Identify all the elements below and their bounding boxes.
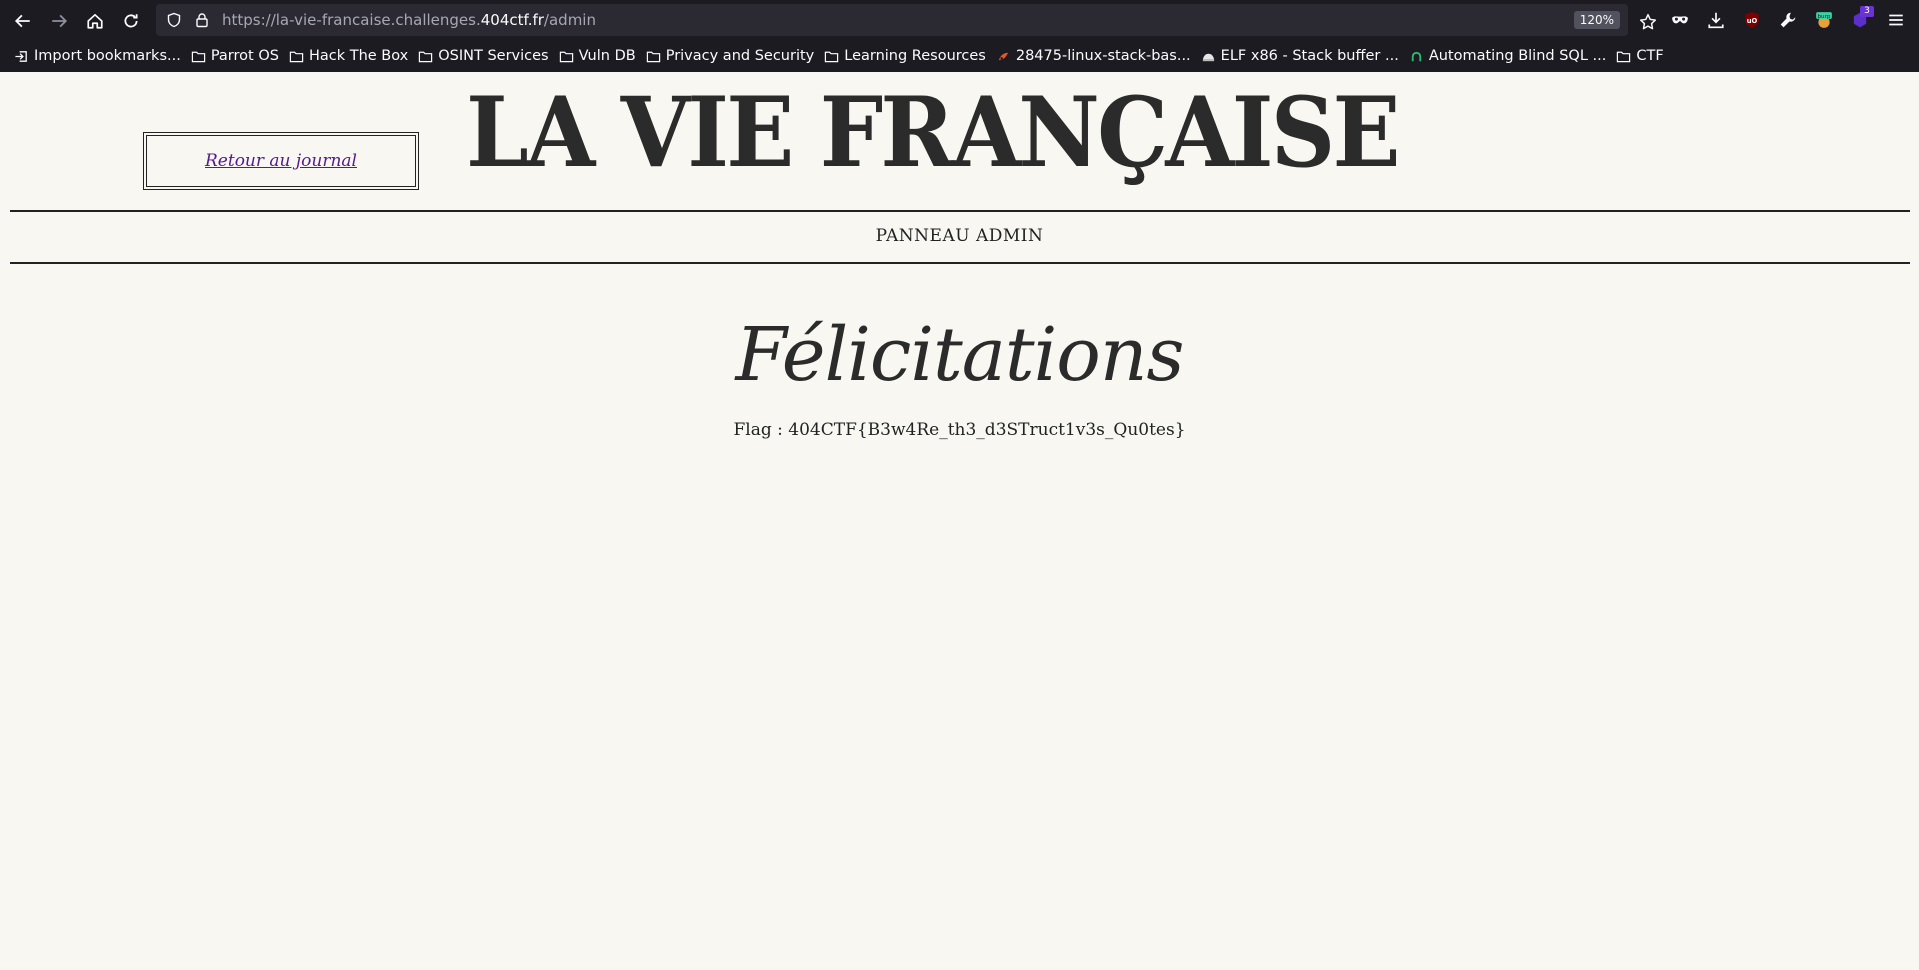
- bookmark-folder-vuln-db[interactable]: Vuln DB: [555, 44, 642, 68]
- bookmark-label: Hack The Box: [308, 48, 409, 64]
- app-menu-button[interactable]: [1878, 2, 1914, 38]
- home-button[interactable]: [77, 3, 113, 39]
- folder-icon: [289, 49, 304, 64]
- shield-icon: [167, 12, 181, 28]
- bookmark-label: Learning Resources: [844, 48, 986, 64]
- bookmark-label: OSINT Services: [438, 48, 549, 64]
- folder-icon: [646, 49, 661, 64]
- folder-icon: [418, 49, 433, 64]
- divider-bottom: [10, 262, 1910, 264]
- back-to-journal-box: Retour au journal: [143, 132, 419, 190]
- bookmark-exploit-db[interactable]: 28475-linux-stack-bas...: [992, 44, 1197, 68]
- bookmark-import[interactable]: Import bookmarks...: [10, 44, 187, 68]
- url-text[interactable]: https://la-vie-francaise.challenges.404c…: [222, 11, 596, 29]
- folder-icon: [191, 49, 206, 64]
- section-title: PANNEAU ADMIN: [875, 226, 1044, 246]
- reload-button[interactable]: [113, 3, 149, 39]
- ublock-origin-button[interactable]: uO: [1734, 2, 1770, 38]
- ublock-shield-icon: uO: [1745, 12, 1759, 28]
- bookmark-label: ELF x86 - Stack buffer ...: [1220, 48, 1399, 64]
- url-bar[interactable]: https://la-vie-francaise.challenges.404c…: [156, 4, 1628, 36]
- newspaper-masthead: LA VIE FRANÇAISE: [466, 76, 1401, 189]
- url-prefix: https://la-vie-francaise.challenges.: [222, 11, 481, 29]
- downloads-button[interactable]: [1698, 2, 1734, 38]
- bookmark-star-button[interactable]: [1630, 4, 1666, 40]
- bookmark-label: Vuln DB: [578, 48, 636, 64]
- bookmarks-toolbar: Import bookmarks... Parrot OS Hack The B…: [0, 43, 1919, 69]
- burp-icon: burp: [1816, 12, 1832, 28]
- extension-badge: 3: [1860, 6, 1874, 17]
- bookmark-folder-parrot-os[interactable]: Parrot OS: [187, 44, 285, 68]
- tracking-protection-button[interactable]: [160, 4, 188, 36]
- bookmark-automating-blind-sql[interactable]: Automating Blind SQL ...: [1405, 44, 1613, 68]
- url-host: 404ctf.fr: [480, 11, 544, 29]
- url-path: /admin: [543, 11, 596, 29]
- bookmark-label: Automating Blind SQL ...: [1428, 48, 1607, 64]
- svg-text:uO: uO: [1747, 17, 1758, 25]
- back-to-journal-link[interactable]: Retour au journal: [205, 151, 357, 171]
- svg-text:burp: burp: [1818, 14, 1831, 20]
- wrench-icon: [1780, 12, 1796, 28]
- bookmark-folder-hack-the-box[interactable]: Hack The Box: [285, 44, 414, 68]
- folder-icon: [1616, 49, 1631, 64]
- browser-chrome: https://la-vie-francaise.challenges.404c…: [0, 0, 1919, 72]
- bookmark-folder-learning-resources[interactable]: Learning Resources: [820, 44, 992, 68]
- back-button[interactable]: [5, 3, 41, 39]
- page-content: Retour au journal LA VIE FRANÇAISE PANNE…: [0, 72, 1919, 970]
- flag-text: Flag : 404CTF{B3w4Re_th3_d3STruct1v3s_Qu…: [733, 420, 1186, 440]
- arrow-left-icon: [14, 14, 30, 27]
- burp-extension-button[interactable]: burp: [1806, 2, 1842, 38]
- folder-icon: [824, 49, 839, 64]
- reload-icon: [124, 13, 138, 27]
- developer-tools-button[interactable]: [1770, 2, 1806, 38]
- arrow-right-icon: [52, 14, 68, 27]
- download-icon: [1708, 12, 1724, 29]
- site-security-button[interactable]: [188, 4, 216, 36]
- bookmark-label: 28475-linux-stack-bas...: [1015, 48, 1191, 64]
- bookmark-label: CTF: [1636, 48, 1664, 64]
- root-me-icon: [1201, 49, 1216, 64]
- bookmark-folder-privacy-security[interactable]: Privacy and Security: [642, 44, 821, 68]
- bookmark-root-me[interactable]: ELF x86 - Stack buffer ...: [1197, 44, 1405, 68]
- star-icon: [1639, 13, 1657, 30]
- bookmark-folder-ctf[interactable]: CTF: [1612, 44, 1669, 68]
- home-icon: [87, 13, 103, 29]
- divider-top: [10, 210, 1910, 212]
- import-icon: [14, 49, 29, 64]
- bookmark-label: Import bookmarks...: [34, 48, 181, 64]
- forward-button[interactable]: [41, 3, 77, 39]
- lock-icon: [196, 13, 208, 28]
- private-browsing-button[interactable]: [1662, 2, 1698, 38]
- site-icon: [1409, 49, 1424, 64]
- exploit-db-icon: [996, 49, 1011, 64]
- bookmark-label: Privacy and Security: [665, 48, 815, 64]
- toolbar-extensions: uO burp 3: [1662, 2, 1914, 38]
- bookmark-label: Parrot OS: [210, 48, 279, 64]
- bookmark-folder-osint-services[interactable]: OSINT Services: [414, 44, 554, 68]
- folder-icon: [559, 49, 574, 64]
- zoom-level-button[interactable]: 120%: [1573, 11, 1620, 29]
- hamburger-icon: [1889, 14, 1903, 26]
- extension-button[interactable]: 3: [1842, 2, 1878, 38]
- mask-icon: [1672, 16, 1688, 24]
- page-title: Félicitations: [735, 312, 1185, 398]
